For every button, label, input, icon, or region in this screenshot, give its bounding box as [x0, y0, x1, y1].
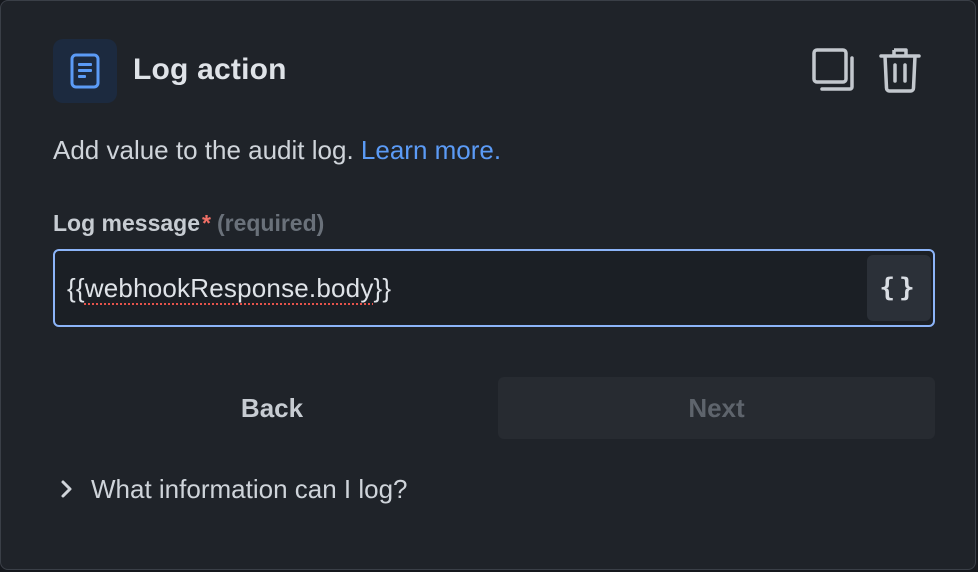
log-message-label: Log message* (required)	[53, 210, 324, 237]
log-message-value[interactable]: {{webhookResponse.body}}	[67, 251, 391, 325]
required-asterisk: *	[202, 210, 211, 236]
panel-header: Log action	[53, 39, 923, 103]
learn-more-link[interactable]: Learn more.	[361, 135, 501, 165]
log-message-input[interactable]: {{webhookResponse.body}} {}	[53, 249, 935, 327]
value-open-braces: {{	[67, 273, 85, 303]
page-title: Log action	[133, 53, 287, 86]
description: Add value to the audit log. Learn more.	[53, 135, 501, 166]
back-button[interactable]: Back	[53, 377, 491, 439]
disclosure-label: What information can I log?	[91, 473, 408, 504]
log-action-panel: Log action Add value to the audit log. L…	[0, 0, 976, 570]
header-actions	[811, 45, 923, 95]
duplicate-icon	[812, 48, 854, 91]
duplicate-button[interactable]	[811, 45, 857, 95]
delete-button[interactable]	[877, 45, 923, 95]
trash-icon	[879, 48, 921, 93]
field-label-text: Log message	[53, 210, 200, 236]
next-button[interactable]: Next	[498, 377, 935, 439]
value-close-braces: }}	[373, 273, 392, 303]
required-note: (required)	[216, 210, 325, 236]
description-text: Add value to the audit log.	[53, 135, 354, 165]
value-expression: webhookResponse.body	[84, 273, 374, 303]
document-icon	[53, 39, 117, 103]
chevron-right-icon	[61, 480, 72, 498]
insert-variable-button[interactable]: {}	[867, 255, 931, 321]
info-disclosure[interactable]: What information can I log?	[57, 469, 408, 509]
